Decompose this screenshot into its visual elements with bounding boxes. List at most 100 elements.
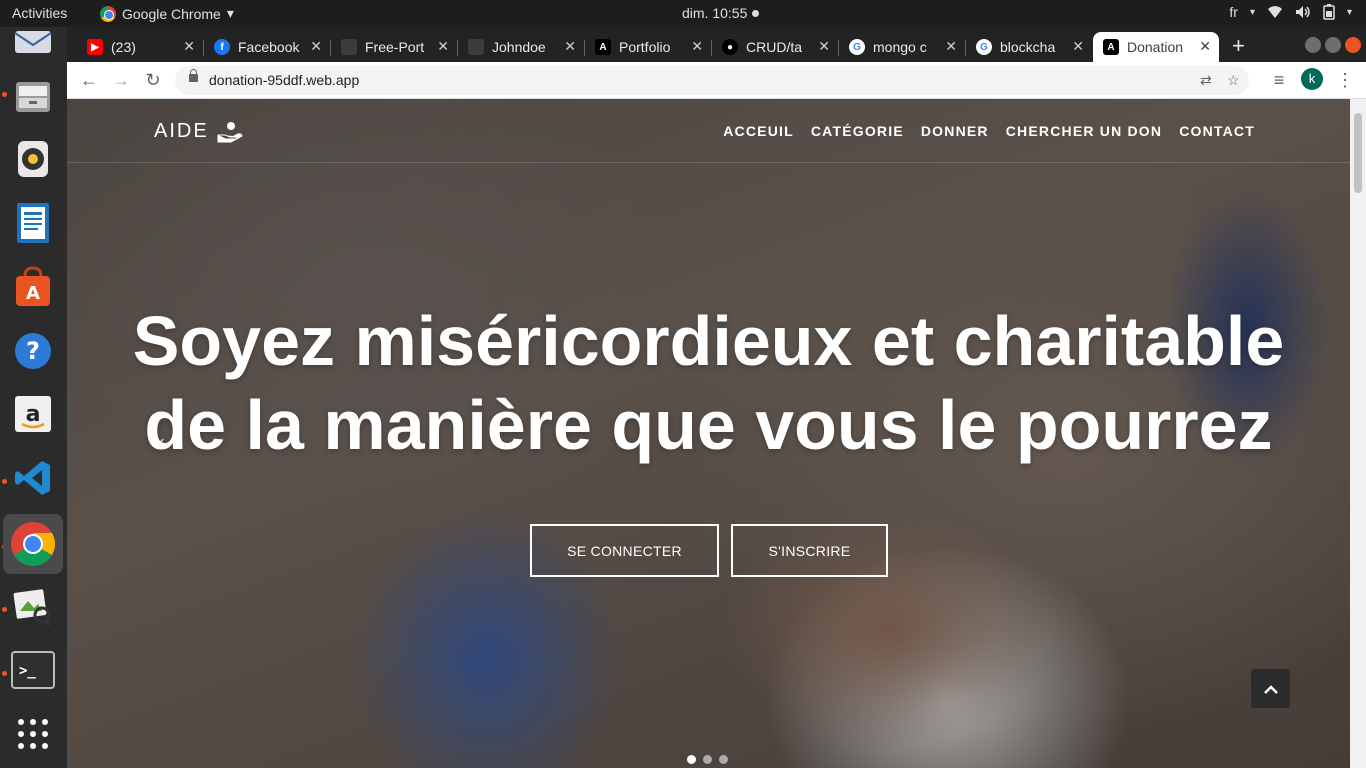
window-close-icon[interactable] bbox=[1345, 37, 1361, 53]
browser-window: ▶ (23) ✕ f Facebook ✕ Free-Port ✕ Johndo… bbox=[67, 27, 1366, 768]
files-icon[interactable] bbox=[10, 73, 56, 119]
clock[interactable]: dim. 10:55 bbox=[682, 5, 760, 21]
software-center-icon[interactable]: A bbox=[10, 264, 56, 310]
carousel-next-icon[interactable]: › bbox=[1248, 429, 1256, 457]
media-controls-icon[interactable]: ≡ bbox=[1267, 68, 1291, 92]
close-icon[interactable]: ✕ bbox=[310, 38, 322, 55]
chevron-down-icon: ▾ bbox=[1346, 6, 1352, 18]
chrome-icon[interactable] bbox=[3, 514, 63, 574]
nav-link-contact[interactable]: CONTACT bbox=[1179, 123, 1255, 139]
close-icon[interactable]: ✕ bbox=[945, 38, 957, 55]
tab-free-port[interactable]: Free-Port ✕ bbox=[331, 32, 458, 62]
more-menu-icon[interactable]: ⋮ bbox=[1333, 68, 1357, 92]
close-icon[interactable]: ✕ bbox=[1199, 38, 1211, 55]
svg-text:A: A bbox=[26, 283, 40, 304]
browser-toolbar: ← → ↻ donation-95ddf.web.app ⇄ ☆ ≡ k ⋮ bbox=[67, 62, 1366, 99]
carousel-indicators bbox=[687, 755, 728, 764]
brand-name: AIDE bbox=[154, 120, 209, 142]
tab-facebook[interactable]: f Facebook ✕ bbox=[204, 32, 331, 62]
tab-blockchain[interactable]: G blockcha ✕ bbox=[966, 32, 1092, 62]
carousel-prev-icon[interactable]: ‹ bbox=[157, 429, 165, 457]
close-icon[interactable]: ✕ bbox=[564, 38, 576, 55]
page-scrollbar[interactable] bbox=[1350, 99, 1366, 768]
back-icon[interactable]: ← bbox=[77, 68, 101, 92]
page-icon bbox=[468, 39, 484, 55]
amazon-icon[interactable]: a bbox=[10, 391, 56, 437]
carousel-dot[interactable] bbox=[687, 755, 696, 764]
nav-link-accueil[interactable]: ACCEUIL bbox=[723, 123, 794, 139]
page-viewport: AIDE ACCEUIL CATÉGORIE DONNER CHERCHER U… bbox=[67, 99, 1350, 768]
close-icon[interactable]: ✕ bbox=[691, 38, 703, 55]
rhythmbox-icon[interactable] bbox=[10, 136, 56, 182]
terminal-icon[interactable]: >_ bbox=[10, 647, 56, 693]
lock-icon[interactable] bbox=[189, 69, 198, 82]
svg-text:a: a bbox=[26, 402, 41, 427]
login-button[interactable]: SE CONNECTER bbox=[530, 524, 719, 577]
minimize-icon[interactable] bbox=[1305, 37, 1321, 53]
nav-link-chercher-un-don[interactable]: CHERCHER UN DON bbox=[1006, 123, 1162, 139]
running-indicator bbox=[2, 671, 7, 676]
google-icon: G bbox=[976, 39, 992, 55]
dock: A ? a >_ bbox=[0, 27, 67, 768]
new-tab-icon[interactable]: + bbox=[1232, 33, 1245, 59]
running-indicator bbox=[2, 607, 7, 612]
forward-icon[interactable]: → bbox=[109, 68, 133, 92]
address-bar[interactable]: donation-95ddf.web.app ⇄ ☆ bbox=[175, 66, 1249, 95]
tab-youtube[interactable]: ▶ (23) ✕ bbox=[77, 32, 204, 62]
nav-link-donner[interactable]: DONNER bbox=[921, 123, 989, 139]
chevron-up-icon bbox=[1263, 684, 1278, 694]
profile-avatar[interactable]: k bbox=[1301, 68, 1323, 90]
chrome-icon bbox=[100, 5, 116, 22]
hero-title-line-2: de la manière que vous le pourrez bbox=[144, 386, 1273, 464]
thunderbird-icon[interactable] bbox=[10, 19, 56, 65]
youtube-icon: ▶ bbox=[87, 39, 103, 55]
writer-icon[interactable] bbox=[10, 200, 56, 246]
tab-crud[interactable]: ● CRUD/ta ✕ bbox=[712, 32, 839, 62]
tab-portfolio[interactable]: A Portfolio ✕ bbox=[585, 32, 712, 62]
tab-donation[interactable]: A Donation ✕ bbox=[1093, 32, 1219, 62]
site-navbar: AIDE ACCEUIL CATÉGORIE DONNER CHERCHER U… bbox=[67, 99, 1350, 163]
site-logo[interactable]: AIDE bbox=[154, 120, 243, 143]
app-menu[interactable]: Google Chrome ▾ bbox=[100, 5, 234, 22]
bookmark-star-icon[interactable]: ☆ bbox=[1227, 72, 1240, 89]
clock-label: dim. 10:55 bbox=[682, 5, 748, 21]
nav-link-categorie[interactable]: CATÉGORIE bbox=[811, 123, 904, 139]
translate-icon[interactable]: ⇄ bbox=[1200, 72, 1212, 89]
carousel-dot[interactable] bbox=[703, 755, 712, 764]
scroll-to-top-button[interactable] bbox=[1251, 669, 1290, 708]
tab-title: Facebook bbox=[238, 39, 300, 55]
tab-title: blockcha bbox=[1000, 39, 1056, 55]
app-grid-icon[interactable] bbox=[10, 711, 56, 757]
page-icon bbox=[341, 39, 357, 55]
keyboard-layout[interactable]: fr bbox=[1229, 4, 1238, 20]
svg-text:>_: >_ bbox=[19, 663, 36, 679]
close-icon[interactable]: ✕ bbox=[183, 38, 195, 55]
github-icon: ● bbox=[722, 39, 738, 55]
tab-johndoe[interactable]: Johndoe ✕ bbox=[458, 32, 585, 62]
reload-icon[interactable]: ↻ bbox=[141, 68, 165, 92]
battery-icon bbox=[1323, 4, 1335, 20]
close-icon[interactable]: ✕ bbox=[1072, 38, 1084, 55]
facebook-icon: f bbox=[214, 39, 230, 55]
close-icon[interactable]: ✕ bbox=[818, 38, 830, 55]
hero-title: Soyez miséricordieux et charitable de la… bbox=[67, 299, 1350, 467]
scrollbar-thumb[interactable] bbox=[1354, 113, 1362, 193]
close-icon[interactable]: ✕ bbox=[437, 38, 449, 55]
vscode-icon[interactable] bbox=[10, 455, 56, 501]
signup-button[interactable]: S'INSCRIRE bbox=[731, 524, 888, 577]
tab-title: CRUD/ta bbox=[746, 39, 803, 55]
running-indicator bbox=[2, 479, 7, 484]
url-text[interactable]: donation-95ddf.web.app bbox=[209, 72, 359, 88]
help-icon[interactable]: ? bbox=[10, 328, 56, 374]
app-menu-label: Google Chrome bbox=[122, 5, 221, 22]
maximize-icon[interactable] bbox=[1325, 37, 1341, 53]
nav-links: ACCEUIL CATÉGORIE DONNER CHERCHER UN DON… bbox=[723, 123, 1255, 139]
running-indicator bbox=[2, 92, 7, 97]
tab-title: Portfolio bbox=[619, 39, 671, 55]
tab-strip: ▶ (23) ✕ f Facebook ✕ Free-Port ✕ Johndo… bbox=[67, 27, 1366, 62]
carousel-dot[interactable] bbox=[719, 755, 728, 764]
image-viewer-icon[interactable] bbox=[10, 583, 56, 629]
tab-mongo[interactable]: G mongo c ✕ bbox=[839, 32, 966, 62]
hand-heart-icon bbox=[217, 121, 243, 142]
system-tray[interactable]: fr ▾ ▾ bbox=[1229, 4, 1352, 20]
